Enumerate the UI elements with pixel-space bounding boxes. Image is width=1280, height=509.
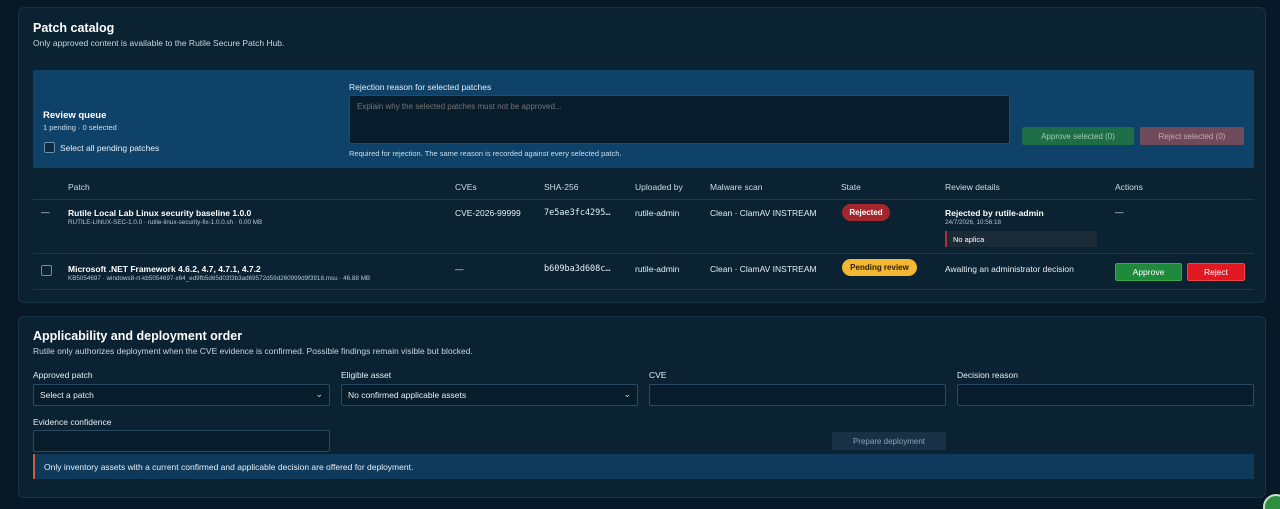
approved-patch-select[interactable]: Select a patch ⌄ [33, 384, 330, 406]
deployment-panel: Applicability and deployment order Rutil… [18, 316, 1266, 498]
eligible-asset-select[interactable]: No confirmed applicable assets ⌄ [341, 384, 638, 406]
status-badge-pending: Pending review [842, 259, 917, 276]
column-header-malware-scan: Malware scan [710, 182, 763, 192]
chevron-down-icon: ⌄ [315, 389, 323, 399]
review-title: Rejected by rutile-admin [945, 208, 1044, 218]
cve-label: CVE [649, 370, 667, 380]
approve-button[interactable]: Approve [1115, 263, 1182, 281]
prepare-deployment-button[interactable]: Prepare deployment [832, 432, 946, 450]
column-header-sha: SHA-256 [544, 182, 579, 192]
table-divider [33, 253, 1254, 254]
cve-input[interactable] [649, 384, 946, 406]
patch-cves: — [455, 264, 464, 274]
column-header-patch: Patch [68, 182, 90, 192]
patch-meta: RUTILE-LINUX-SEC-1.0.0 · rutile-linux-se… [68, 219, 263, 226]
catalog-title: Patch catalog [33, 21, 115, 35]
chevron-down-icon: ⌄ [623, 389, 631, 399]
reject-button[interactable]: Reject [1187, 263, 1245, 281]
catalog-subtitle: Only approved content is available to th… [33, 38, 285, 48]
app-status-icon[interactable] [1263, 494, 1280, 509]
decision-reason-label: Decision reason [957, 370, 1018, 380]
reject-selected-button[interactable]: Reject selected (0) [1140, 127, 1244, 145]
approve-selected-button[interactable]: Approve selected (0) [1022, 127, 1134, 145]
select-all-checkbox[interactable] [44, 142, 55, 153]
select-all-label[interactable]: Select all pending patches [60, 143, 159, 153]
rejection-reason-label: Rejection reason for selected patches [349, 82, 492, 92]
eligible-asset-value: No confirmed applicable assets [348, 390, 467, 400]
column-header-actions: Actions [1115, 182, 1143, 192]
patch-malware-scan: Clean · ClamAV INSTREAM [710, 264, 817, 274]
approved-patch-label: Approved patch [33, 370, 93, 380]
status-badge-rejected: Rejected [842, 204, 890, 221]
column-header-state: State [841, 182, 861, 192]
patch-meta: KB5054697 · windows8-rt-kb5054697-x64_ed… [68, 275, 371, 282]
deployment-info-banner: Only inventory assets with a current con… [33, 454, 1254, 479]
row-actions-none: — [1115, 207, 1124, 217]
evidence-confidence-input[interactable] [33, 430, 330, 452]
rejection-reason-help: Required for rejection. The same reason … [349, 149, 622, 158]
review-queue-count: 1 pending · 0 selected [43, 123, 117, 132]
deploy-title: Applicability and deployment order [33, 329, 243, 343]
evidence-confidence-label: Evidence confidence [33, 417, 112, 427]
patch-cves: CVE-2026-99999 [455, 208, 521, 218]
patch-sha: 7e5ae3fc4295… [544, 208, 611, 218]
patch-name: Microsoft .NET Framework 4.6.2, 4.7, 4.7… [68, 264, 261, 274]
patch-malware-scan: Clean · ClamAV INSTREAM [710, 208, 817, 218]
table-divider [33, 199, 1254, 200]
patch-catalog-panel: Patch catalog Only approved content is a… [18, 7, 1266, 303]
column-header-uploaded-by: Uploaded by [635, 182, 683, 192]
deploy-subtitle: Rutile only authorizes deployment when t… [33, 346, 473, 356]
patch-uploaded-by: rutile-admin [635, 208, 680, 218]
patch-name: Rutile Local Lab Linux security baseline… [68, 208, 252, 218]
review-queue-title: Review queue [43, 110, 107, 121]
review-queue-bar: Review queue 1 pending · 0 selected Sele… [33, 70, 1254, 168]
column-header-cves: CVEs [455, 182, 477, 192]
patch-sha: b609ba3d608c… [544, 264, 611, 274]
row-marker: — [41, 207, 50, 217]
eligible-asset-label: Eligible asset [341, 370, 392, 380]
patch-uploaded-by: rutile-admin [635, 264, 680, 274]
review-details: Awaiting an administrator decision [945, 264, 1074, 274]
column-header-review-details: Review details [945, 182, 1000, 192]
rejection-reason-input[interactable] [349, 95, 1010, 144]
review-note: No aplica [945, 231, 1097, 247]
approved-patch-value: Select a patch [40, 390, 94, 400]
review-time: 24/7/2026, 10:56:18 [945, 219, 1002, 226]
row-select-checkbox[interactable] [41, 265, 52, 276]
table-divider [33, 289, 1254, 290]
decision-reason-input[interactable] [957, 384, 1254, 406]
